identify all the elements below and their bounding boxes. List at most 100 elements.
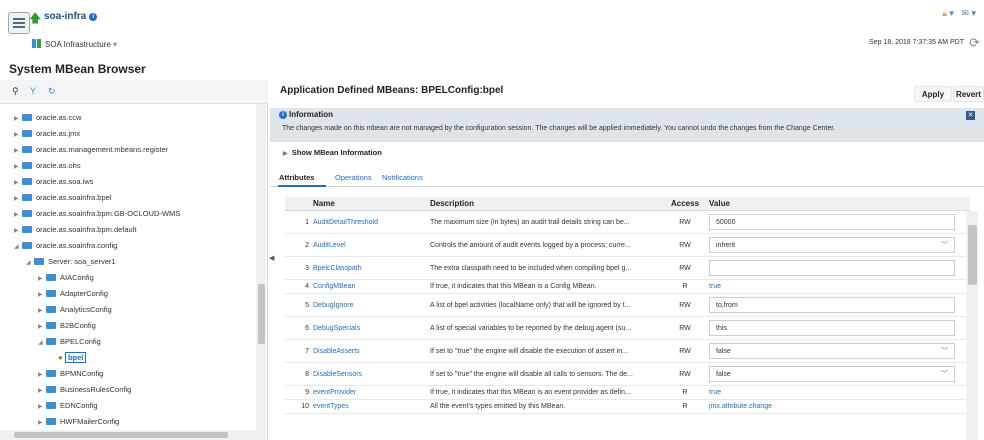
tree-node[interactable]: ▶ HWFMailerConfig xyxy=(38,414,119,430)
attribute-value-link[interactable]: true xyxy=(709,389,721,396)
tree-node[interactable]: ▶ oracle.as.ccw xyxy=(14,110,81,126)
table-row[interactable]: 8 DisableSensors If set to "true" the engi… xyxy=(285,363,970,386)
attribute-value-link[interactable]: true xyxy=(709,283,721,290)
target-menu[interactable]: SOA Infrastructure ▾ xyxy=(32,39,117,49)
attribute-name-link[interactable]: BpelcClasspath xyxy=(313,257,423,279)
tree-scroll-thumb[interactable] xyxy=(258,284,265,344)
col-value[interactable]: Value xyxy=(709,199,730,208)
collapsed-triangle-icon[interactable]: ▶ xyxy=(38,271,46,287)
up-arrow-icon[interactable]: 🡅 xyxy=(29,9,41,30)
tree-node[interactable]: ◢ oracle.as.soainfra.config xyxy=(14,238,117,254)
table-row[interactable]: 7 DisableAsserts If set to "true" the engi… xyxy=(285,340,970,363)
collapsed-triangle-icon[interactable]: ▶ xyxy=(14,175,22,191)
table-row[interactable]: 6 DebugSpecials A list of special variable… xyxy=(285,317,970,340)
tree-node[interactable]: ▶ oracle.as.jmx xyxy=(14,126,80,142)
collapse-pane-icon[interactable]: ◀ xyxy=(269,254,274,262)
attribute-value-cell: true xyxy=(709,280,955,293)
expanded-triangle-icon[interactable]: ◢ xyxy=(38,335,46,351)
tree-node-label: BPMNConfig xyxy=(60,369,104,378)
table-row[interactable]: 9 eventProvider If true, it indicates that… xyxy=(285,386,970,400)
collapsed-triangle-icon[interactable]: ▶ xyxy=(38,383,46,399)
collapsed-triangle-icon[interactable]: ▶ xyxy=(14,127,22,143)
table-scroll-thumb[interactable] xyxy=(968,225,977,285)
tree-node[interactable]: ◢ BPELConfig xyxy=(38,334,101,350)
attribute-value-input[interactable]: to,from xyxy=(709,297,955,313)
collapsed-triangle-icon[interactable]: ▶ xyxy=(38,287,46,303)
tree-vertical-scrollbar[interactable] xyxy=(256,104,266,440)
attribute-value-select[interactable]: false ﹀ xyxy=(709,366,955,382)
attribute-name-link[interactable]: AuditLevel xyxy=(313,234,423,256)
target-title[interactable]: soa-infra i xyxy=(44,11,98,22)
collapsed-triangle-icon[interactable]: ▶ xyxy=(14,207,22,223)
table-row[interactable]: 4 ConfigMBean If true, it indicates that t… xyxy=(285,280,970,294)
attribute-name-link[interactable]: eventTypes xyxy=(313,400,423,413)
refresh-icon[interactable]: ⟳ xyxy=(969,35,980,51)
tab-notifications[interactable]: Notifications xyxy=(382,173,423,182)
apply-button[interactable]: Apply xyxy=(914,86,952,102)
attribute-name-link[interactable]: DebugIgnore xyxy=(313,294,423,316)
tree-node[interactable]: ▶ EDNConfig xyxy=(38,398,98,414)
tab-operations[interactable]: Operations xyxy=(335,173,372,182)
attribute-name-link[interactable]: eventProvider xyxy=(313,386,423,399)
revert-button[interactable]: Revert xyxy=(953,86,984,102)
tree-node[interactable]: ▶ oracle.as.soa.iws xyxy=(14,174,94,190)
tree-node[interactable]: ▶ oracle.as.soainfra.bpm.default xyxy=(14,222,136,238)
col-access[interactable]: Access xyxy=(671,199,699,208)
info-icon[interactable]: i xyxy=(89,13,98,21)
collapsed-triangle-icon[interactable]: ▶ xyxy=(14,159,22,175)
attribute-name-link[interactable]: DebugSpecials xyxy=(313,317,423,339)
attribute-access: RW xyxy=(679,347,691,355)
col-description[interactable]: Description xyxy=(430,199,474,208)
tree-node[interactable]: ▶ AIAConfig xyxy=(38,270,94,286)
tree-node[interactable]: ▶ AnalyticsConfig xyxy=(38,302,112,318)
collapsed-triangle-icon[interactable]: ▶ xyxy=(14,111,22,127)
refresh-tree-icon[interactable]: ↻ xyxy=(48,86,56,97)
collapsed-triangle-icon[interactable]: ▶ xyxy=(38,415,46,431)
attribute-name-link[interactable]: AuditDetailThreshold xyxy=(313,211,423,233)
collapsed-triangle-icon[interactable]: ▶ xyxy=(14,191,22,207)
collapsed-triangle-icon[interactable]: ▶ xyxy=(38,399,46,415)
lock-icon[interactable]: 🔒︎ xyxy=(942,8,947,18)
collapsed-triangle-icon[interactable]: ▶ xyxy=(38,367,46,383)
table-row[interactable]: 3 BpelcClasspath The extra classpath need … xyxy=(285,257,970,280)
tree-node[interactable]: ▶ oracle.as.soainfra.bpel xyxy=(14,190,111,206)
tree-node[interactable]: ▶ AdapterConfig xyxy=(38,286,108,302)
target-name[interactable]: soa-infra xyxy=(44,11,86,22)
collapsed-triangle-icon[interactable]: ▶ xyxy=(38,319,46,335)
close-icon[interactable]: ✕ xyxy=(966,111,975,120)
tab-attributes[interactable]: Attributes xyxy=(279,173,314,182)
filter-icon[interactable]: Y xyxy=(30,86,36,96)
table-row[interactable]: 1 AuditDetailThreshold The maximum size (i… xyxy=(285,211,970,234)
expanded-triangle-icon[interactable]: ◢ xyxy=(26,255,34,271)
tree-node[interactable]: ▶ oracle.as.ohs xyxy=(14,158,81,174)
navigator-icon[interactable] xyxy=(8,12,30,34)
attribute-value-input[interactable] xyxy=(709,260,955,276)
tree-node[interactable]: ▶ BPMNConfig xyxy=(38,366,103,382)
attribute-value-link[interactable]: jmx.attribute.change xyxy=(709,403,772,410)
collapsed-triangle-icon[interactable]: ▶ xyxy=(14,223,22,239)
collapsed-triangle-icon[interactable]: ▶ xyxy=(38,303,46,319)
collapsed-triangle-icon[interactable]: ▶ xyxy=(14,143,22,159)
attribute-value-select[interactable]: false ﹀ xyxy=(709,343,955,359)
tree-node[interactable]: ▶ B2BConfig xyxy=(38,318,96,334)
tree-hscroll-thumb[interactable] xyxy=(14,432,228,438)
tree-node[interactable]: ◢ Server: soa_server1 xyxy=(26,254,116,270)
attribute-name-link[interactable]: DisableSensors xyxy=(313,363,423,385)
attribute-name-link[interactable]: ConfigMBean xyxy=(313,280,423,293)
show-mbean-info[interactable]: ▶ Show MBean Information xyxy=(283,148,382,157)
attribute-value-select[interactable]: inherit ﹀ xyxy=(709,237,955,253)
attribute-value-input[interactable]: this xyxy=(709,320,955,336)
attribute-value-input[interactable]: 50000 xyxy=(709,214,955,230)
col-name[interactable]: Name xyxy=(313,199,335,208)
tree-node[interactable]: ● bpel xyxy=(58,350,87,366)
tree-node[interactable]: ▶ oracle.as.soainfra.bpm.GB-OCLOUD-WMS xyxy=(14,206,180,222)
table-row[interactable]: 2 AuditLevel Controls the amount of audit … xyxy=(285,234,970,257)
mail-icon[interactable]: ✉ xyxy=(961,8,969,18)
tree-node[interactable]: ▶ oracle.as.management.mbeans.register xyxy=(14,142,168,158)
table-row[interactable]: 10 eventTypes All the event's types emitte… xyxy=(285,400,970,414)
tree-node[interactable]: ▶ BusinessRulesConfig xyxy=(38,382,131,398)
expanded-triangle-icon[interactable]: ◢ xyxy=(14,239,22,255)
binoculars-icon[interactable]: ⚲ xyxy=(12,86,19,97)
table-row[interactable]: 5 DebugIgnore A list of bpel activities (l… xyxy=(285,294,970,317)
attribute-name-link[interactable]: DisableAsserts xyxy=(313,340,423,362)
